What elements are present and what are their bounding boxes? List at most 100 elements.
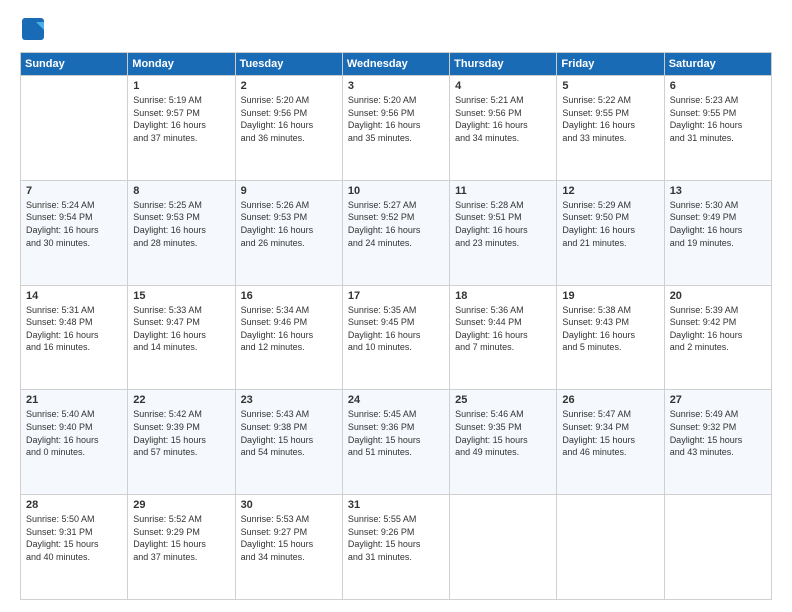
day-cell: 31 Sunrise: 5:55 AM Sunset: 9:26 PM Dayli… [342, 495, 449, 600]
day-number: 6 [670, 80, 766, 92]
week-row-2: 7 Sunrise: 5:24 AM Sunset: 9:54 PM Daylig… [21, 180, 772, 285]
day-number: 1 [133, 80, 229, 92]
day-info: Sunrise: 5:53 AM Sunset: 9:27 PM Dayligh… [241, 513, 337, 563]
day-number: 22 [133, 394, 229, 406]
day-info: Sunrise: 5:21 AM Sunset: 9:56 PM Dayligh… [455, 94, 551, 144]
col-header-tuesday: Tuesday [235, 53, 342, 76]
day-cell: 7 Sunrise: 5:24 AM Sunset: 9:54 PM Daylig… [21, 180, 128, 285]
day-cell: 29 Sunrise: 5:52 AM Sunset: 9:29 PM Dayli… [128, 495, 235, 600]
day-number: 11 [455, 185, 551, 197]
day-info: Sunrise: 5:39 AM Sunset: 9:42 PM Dayligh… [670, 304, 766, 354]
day-info: Sunrise: 5:28 AM Sunset: 9:51 PM Dayligh… [455, 199, 551, 249]
day-number: 27 [670, 394, 766, 406]
day-cell [664, 495, 771, 600]
day-cell [21, 76, 128, 181]
day-info: Sunrise: 5:22 AM Sunset: 9:55 PM Dayligh… [562, 94, 658, 144]
day-info: Sunrise: 5:42 AM Sunset: 9:39 PM Dayligh… [133, 408, 229, 458]
day-cell: 27 Sunrise: 5:49 AM Sunset: 9:32 PM Dayli… [664, 390, 771, 495]
day-number: 9 [241, 185, 337, 197]
col-header-friday: Friday [557, 53, 664, 76]
day-info: Sunrise: 5:34 AM Sunset: 9:46 PM Dayligh… [241, 304, 337, 354]
day-number: 29 [133, 499, 229, 511]
day-cell: 6 Sunrise: 5:23 AM Sunset: 9:55 PM Daylig… [664, 76, 771, 181]
logo-icon [20, 16, 48, 44]
day-number: 16 [241, 290, 337, 302]
day-cell: 3 Sunrise: 5:20 AM Sunset: 9:56 PM Daylig… [342, 76, 449, 181]
day-info: Sunrise: 5:46 AM Sunset: 9:35 PM Dayligh… [455, 408, 551, 458]
day-cell: 30Sunrise: 5:53 AM Sunset: 9:27 PM Dayli… [235, 495, 342, 600]
day-info: Sunrise: 5:30 AM Sunset: 9:49 PM Dayligh… [670, 199, 766, 249]
day-number: 18 [455, 290, 551, 302]
day-number: 4 [455, 80, 551, 92]
day-number: 15 [133, 290, 229, 302]
day-number: 2 [241, 80, 337, 92]
day-number: 25 [455, 394, 551, 406]
day-info: Sunrise: 5:43 AM Sunset: 9:38 PM Dayligh… [241, 408, 337, 458]
day-number: 14 [26, 290, 122, 302]
col-header-thursday: Thursday [450, 53, 557, 76]
day-number: 21 [26, 394, 122, 406]
day-cell: 18 Sunrise: 5:36 AM Sunset: 9:44 PM Dayli… [450, 285, 557, 390]
col-header-monday: Monday [128, 53, 235, 76]
day-info: Sunrise: 5:52 AM Sunset: 9:29 PM Dayligh… [133, 513, 229, 563]
week-row-1: 1Sunrise: 5:19 AM Sunset: 9:57 PM Daylig… [21, 76, 772, 181]
day-info: Sunrise: 5:20 AM Sunset: 9:56 PM Dayligh… [348, 94, 444, 144]
day-number: 13 [670, 185, 766, 197]
day-cell: 17Sunrise: 5:35 AM Sunset: 9:45 PM Dayli… [342, 285, 449, 390]
day-number: 7 [26, 185, 122, 197]
day-info: Sunrise: 5:20 AM Sunset: 9:56 PM Dayligh… [241, 94, 337, 144]
day-number: 17 [348, 290, 444, 302]
day-number: 8 [133, 185, 229, 197]
col-header-sunday: Sunday [21, 53, 128, 76]
col-header-wednesday: Wednesday [342, 53, 449, 76]
day-cell: 14 Sunrise: 5:31 AM Sunset: 9:48 PM Dayli… [21, 285, 128, 390]
day-cell: 2 Sunrise: 5:20 AM Sunset: 9:56 PM Daylig… [235, 76, 342, 181]
calendar-table: SundayMondayTuesdayWednesdayThursdayFrid… [20, 52, 772, 600]
header [20, 16, 772, 44]
day-cell: 5Sunrise: 5:22 AM Sunset: 9:55 PM Daylig… [557, 76, 664, 181]
week-row-4: 21 Sunrise: 5:40 AM Sunset: 9:40 PM Dayli… [21, 390, 772, 495]
day-cell: 24Sunrise: 5:45 AM Sunset: 9:36 PM Dayli… [342, 390, 449, 495]
day-info: Sunrise: 5:31 AM Sunset: 9:48 PM Dayligh… [26, 304, 122, 354]
day-cell: 21 Sunrise: 5:40 AM Sunset: 9:40 PM Dayli… [21, 390, 128, 495]
day-cell: 25 Sunrise: 5:46 AM Sunset: 9:35 PM Dayli… [450, 390, 557, 495]
day-cell: 19Sunrise: 5:38 AM Sunset: 9:43 PM Dayli… [557, 285, 664, 390]
day-cell: 11 Sunrise: 5:28 AM Sunset: 9:51 PM Dayli… [450, 180, 557, 285]
day-cell: 10 Sunrise: 5:27 AM Sunset: 9:52 PM Dayli… [342, 180, 449, 285]
day-number: 23 [241, 394, 337, 406]
day-number: 10 [348, 185, 444, 197]
day-cell [450, 495, 557, 600]
day-info: Sunrise: 5:25 AM Sunset: 9:53 PM Dayligh… [133, 199, 229, 249]
day-number: 26 [562, 394, 658, 406]
day-cell [557, 495, 664, 600]
day-info: Sunrise: 5:50 AM Sunset: 9:31 PM Dayligh… [26, 513, 122, 563]
day-cell: 13 Sunrise: 5:30 AM Sunset: 9:49 PM Dayli… [664, 180, 771, 285]
day-cell: 22 Sunrise: 5:42 AM Sunset: 9:39 PM Dayli… [128, 390, 235, 495]
week-row-5: 28 Sunrise: 5:50 AM Sunset: 9:31 PM Dayli… [21, 495, 772, 600]
col-header-saturday: Saturday [664, 53, 771, 76]
day-cell: 4 Sunrise: 5:21 AM Sunset: 9:56 PM Daylig… [450, 76, 557, 181]
day-info: Sunrise: 5:49 AM Sunset: 9:32 PM Dayligh… [670, 408, 766, 458]
day-cell: 23 Sunrise: 5:43 AM Sunset: 9:38 PM Dayli… [235, 390, 342, 495]
day-number: 28 [26, 499, 122, 511]
day-cell: 8 Sunrise: 5:25 AM Sunset: 9:53 PM Daylig… [128, 180, 235, 285]
day-info: Sunrise: 5:27 AM Sunset: 9:52 PM Dayligh… [348, 199, 444, 249]
day-number: 31 [348, 499, 444, 511]
day-info: Sunrise: 5:38 AM Sunset: 9:43 PM Dayligh… [562, 304, 658, 354]
day-number: 3 [348, 80, 444, 92]
day-cell: 28 Sunrise: 5:50 AM Sunset: 9:31 PM Dayli… [21, 495, 128, 600]
day-cell: 20Sunrise: 5:39 AM Sunset: 9:42 PM Dayli… [664, 285, 771, 390]
day-info: Sunrise: 5:26 AM Sunset: 9:53 PM Dayligh… [241, 199, 337, 249]
day-info: Sunrise: 5:40 AM Sunset: 9:40 PM Dayligh… [26, 408, 122, 458]
day-cell: 1Sunrise: 5:19 AM Sunset: 9:57 PM Daylig… [128, 76, 235, 181]
calendar-page: SundayMondayTuesdayWednesdayThursdayFrid… [0, 0, 792, 612]
day-info: Sunrise: 5:24 AM Sunset: 9:54 PM Dayligh… [26, 199, 122, 249]
day-cell: 16 Sunrise: 5:34 AM Sunset: 9:46 PM Dayli… [235, 285, 342, 390]
day-info: Sunrise: 5:33 AM Sunset: 9:47 PM Dayligh… [133, 304, 229, 354]
day-info: Sunrise: 5:55 AM Sunset: 9:26 PM Dayligh… [348, 513, 444, 563]
day-cell: 15 Sunrise: 5:33 AM Sunset: 9:47 PM Dayli… [128, 285, 235, 390]
week-row-3: 14 Sunrise: 5:31 AM Sunset: 9:48 PM Dayli… [21, 285, 772, 390]
day-info: Sunrise: 5:36 AM Sunset: 9:44 PM Dayligh… [455, 304, 551, 354]
day-info: Sunrise: 5:23 AM Sunset: 9:55 PM Dayligh… [670, 94, 766, 144]
day-info: Sunrise: 5:29 AM Sunset: 9:50 PM Dayligh… [562, 199, 658, 249]
